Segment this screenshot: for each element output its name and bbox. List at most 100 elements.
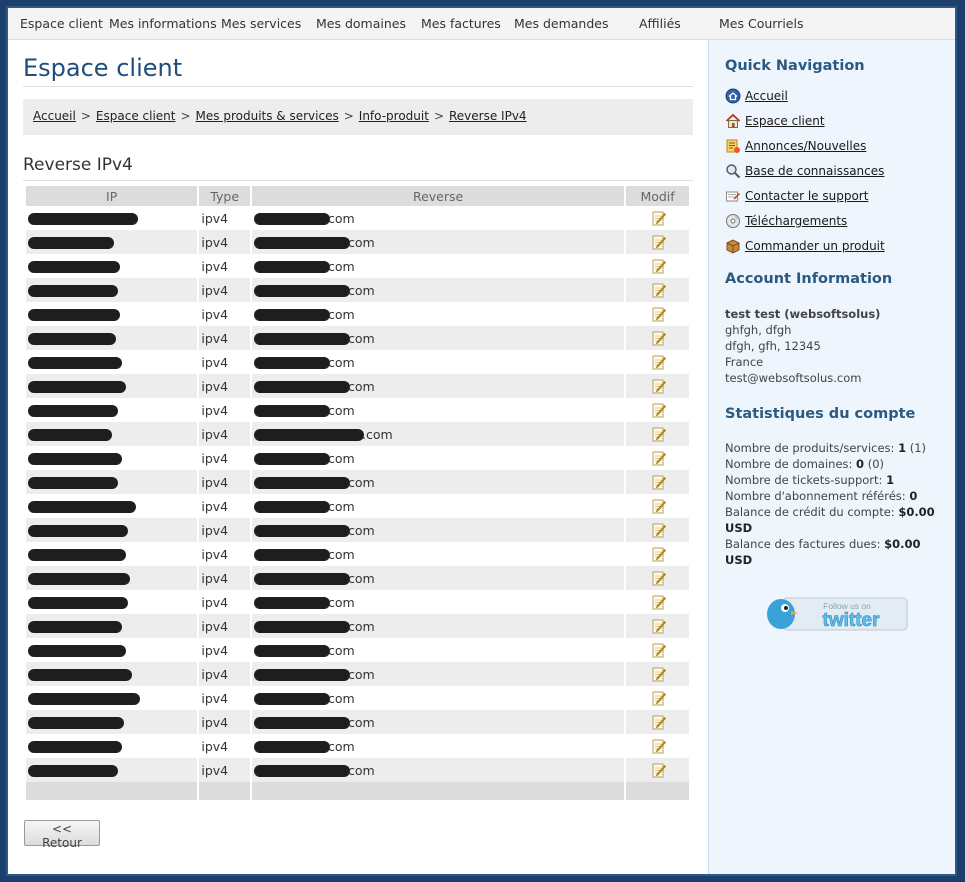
- quick-nav-label[interactable]: Commander un produit: [745, 239, 885, 253]
- redacted-reverse: [254, 261, 331, 273]
- ip-cell: [26, 422, 198, 446]
- quick-nav-label[interactable]: Annonces/Nouvelles: [745, 139, 866, 153]
- reverse-value: com: [254, 331, 375, 346]
- account-address-line2: dfgh, gfh, 12345: [725, 339, 821, 353]
- edit-icon[interactable]: [652, 594, 666, 610]
- edit-icon[interactable]: [652, 522, 666, 538]
- quick-nav-commander-produit[interactable]: Commander un produit: [725, 238, 885, 254]
- edit-icon[interactable]: [652, 378, 666, 394]
- edit-icon[interactable]: [652, 354, 666, 370]
- reverse-cell: com: [252, 758, 625, 782]
- edit-icon[interactable]: [652, 570, 666, 586]
- quick-nav-base-connaissances[interactable]: Base de connaissances: [725, 163, 884, 179]
- edit-icon[interactable]: [652, 426, 666, 442]
- breadcrumb-accueil[interactable]: Accueil: [33, 109, 76, 123]
- edit-icon[interactable]: [652, 474, 666, 490]
- edit-icon[interactable]: [652, 546, 666, 562]
- quick-nav-telechargements[interactable]: Téléchargements: [725, 213, 847, 229]
- edit-icon[interactable]: [652, 738, 666, 754]
- edit-icon[interactable]: [652, 762, 666, 778]
- quick-nav-label[interactable]: Base de connaissances: [745, 164, 884, 178]
- edit-icon[interactable]: [652, 450, 666, 466]
- stat-value: $0.00: [898, 505, 935, 519]
- ip-cell: [26, 542, 198, 566]
- modif-cell: [626, 518, 689, 542]
- breadcrumb-reverse-ipv4[interactable]: Reverse IPv4: [449, 109, 527, 123]
- topnav-mes-factures[interactable]: Mes factures: [421, 16, 501, 31]
- breadcrumb-separator: >: [433, 109, 444, 123]
- reverse-value: com: [254, 235, 375, 250]
- quick-nav-contacter-support[interactable]: Contacter le support: [725, 188, 868, 204]
- quick-nav-label[interactable]: Téléchargements: [745, 214, 847, 228]
- reverse-cell: com: [252, 542, 625, 566]
- edit-icon[interactable]: [652, 330, 666, 346]
- ip-cell: [26, 662, 198, 686]
- topnav-espace-client[interactable]: Espace client: [20, 16, 103, 31]
- type-cell: ipv4: [199, 590, 251, 614]
- box-icon: [726, 239, 740, 254]
- redacted-reverse: [254, 357, 331, 369]
- type-cell: ipv4: [199, 470, 251, 494]
- back-button[interactable]: << Retour: [24, 820, 100, 850]
- quick-nav-label[interactable]: Contacter le support: [745, 189, 868, 203]
- stat-value: 1: [898, 441, 907, 455]
- table-row: ipv4 com: [26, 710, 689, 734]
- edit-icon[interactable]: [652, 714, 666, 730]
- reverse-value: com: [254, 283, 375, 298]
- redacted-reverse: [254, 309, 331, 321]
- topnav-affilies[interactable]: Affiliés: [639, 16, 681, 31]
- edit-icon[interactable]: [652, 498, 666, 514]
- quick-nav-label[interactable]: Accueil: [745, 89, 788, 103]
- edit-icon[interactable]: [652, 210, 666, 226]
- twitter-follow-badge[interactable]: Follow us on twitter: [761, 594, 909, 634]
- type-cell: ipv4: [199, 710, 251, 734]
- account-country: France: [725, 355, 764, 369]
- reverse-value: com: [254, 763, 375, 778]
- edit-icon[interactable]: [652, 234, 666, 250]
- quick-nav-espace-client[interactable]: Espace client: [725, 113, 825, 129]
- modif-cell: [626, 734, 689, 758]
- twitter-bird-icon: [767, 599, 795, 629]
- quick-nav-label[interactable]: Espace client: [745, 114, 825, 128]
- stat-tickets: Nombre de tickets-support: 1: [725, 472, 950, 488]
- reverse-cell: com: [252, 590, 625, 614]
- ip-cell: [26, 326, 198, 350]
- disc-icon: [726, 214, 740, 228]
- redacted-ip: [28, 405, 118, 417]
- table-row: ipv4 com: [26, 662, 689, 686]
- ip-cell: [26, 470, 198, 494]
- edit-icon[interactable]: [652, 306, 666, 322]
- modif-cell: [626, 302, 689, 326]
- type-cell: ipv4: [199, 326, 251, 350]
- modif-cell: [626, 230, 689, 254]
- reverse-value: com: [254, 523, 375, 538]
- modif-cell: [626, 494, 689, 518]
- reverse-cell: com: [252, 686, 625, 710]
- breadcrumb-produits-services[interactable]: Mes produits & services: [196, 109, 339, 123]
- edit-icon[interactable]: [652, 282, 666, 298]
- redacted-ip: [28, 717, 124, 729]
- redacted-reverse: [254, 741, 331, 753]
- breadcrumb-espace-client[interactable]: Espace client: [96, 109, 176, 123]
- edit-icon[interactable]: [652, 402, 666, 418]
- edit-icon[interactable]: [652, 258, 666, 274]
- edit-icon[interactable]: [652, 690, 666, 706]
- edit-icon[interactable]: [652, 666, 666, 682]
- reverse-cell: com: [252, 662, 625, 686]
- edit-icon[interactable]: [652, 642, 666, 658]
- edit-icon[interactable]: [652, 618, 666, 634]
- quick-nav-accueil[interactable]: Accueil: [725, 88, 788, 104]
- quick-nav-annonces[interactable]: Annonces/Nouvelles: [725, 138, 866, 154]
- breadcrumb-info-produit[interactable]: Info-produit: [359, 109, 429, 123]
- topnav-mes-informations[interactable]: Mes informations: [109, 16, 217, 31]
- topnav-mes-services[interactable]: Mes services: [221, 16, 301, 31]
- topnav-mes-domaines[interactable]: Mes domaines: [316, 16, 406, 31]
- topnav-mes-courriels[interactable]: Mes Courriels: [719, 16, 803, 31]
- breadcrumb-separator: >: [343, 109, 354, 123]
- reverse-cell: com: [252, 734, 625, 758]
- redacted-ip: [28, 261, 120, 273]
- redacted-reverse: [254, 453, 331, 465]
- redacted-ip: [28, 429, 112, 441]
- reverse-cell: com: [252, 398, 625, 422]
- topnav-mes-demandes[interactable]: Mes demandes: [514, 16, 608, 31]
